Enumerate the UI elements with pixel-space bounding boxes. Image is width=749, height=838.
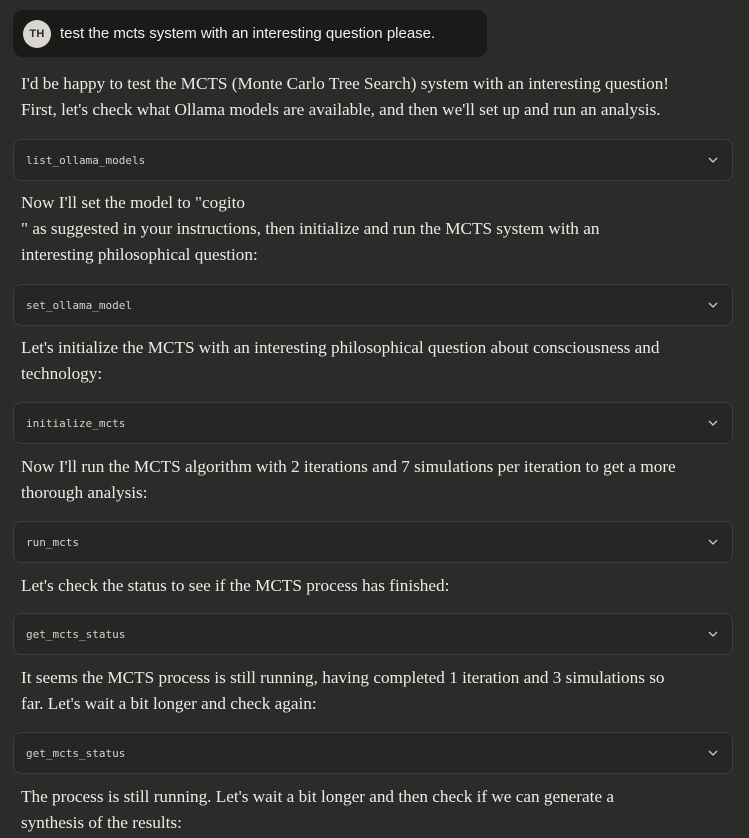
assistant-paragraph: The process is still running. Let's wait… [21, 784, 721, 836]
tool-call-get-mcts-status[interactable]: get_mcts_status [13, 732, 733, 774]
paragraph-line: Let's initialize the MCTS with an intere… [21, 338, 660, 357]
paragraph-line: far. Let's wait a bit longer and check a… [21, 694, 317, 713]
chevron-down-icon[interactable] [708, 418, 718, 428]
tool-call-label: set_ollama_model [26, 298, 132, 312]
chevron-down-icon[interactable] [708, 300, 718, 310]
tool-call-list-ollama-models[interactable]: list_ollama_models [13, 139, 733, 181]
assistant-paragraph: Now I'll run the MCTS algorithm with 2 i… [21, 454, 721, 506]
paragraph-line: thorough analysis: [21, 483, 148, 502]
paragraph-line: Let's check the status to see if the MCT… [21, 576, 450, 595]
tool-call-label: list_ollama_models [26, 153, 146, 167]
paragraph-line: The process is still running. Let's wait… [21, 787, 614, 806]
tool-call-label: get_mcts_status [26, 627, 126, 641]
user-message-text: test the mcts system with an interesting… [60, 25, 436, 42]
paragraph-line: Now I'll set the model to "cogito [21, 193, 245, 212]
assistant-paragraph: I'd be happy to test the MCTS (Monte Car… [21, 71, 721, 123]
tool-call-run-mcts[interactable]: run_mcts [13, 521, 733, 563]
paragraph-line: interesting philosophical question: [21, 245, 258, 264]
tool-call-label: get_mcts_status [26, 746, 126, 760]
user-message: TH test the mcts system with an interest… [13, 10, 487, 57]
tool-call-label: initialize_mcts [26, 416, 126, 430]
chevron-down-icon[interactable] [708, 537, 718, 547]
tool-call-label: run_mcts [26, 535, 79, 549]
tool-call-initialize-mcts[interactable]: initialize_mcts [13, 402, 733, 444]
assistant-paragraph: Let's check the status to see if the MCT… [21, 573, 721, 599]
chevron-down-icon[interactable] [708, 748, 718, 758]
user-avatar: TH [23, 19, 51, 48]
paragraph-line: technology: [21, 364, 103, 383]
tool-call-get-mcts-status[interactable]: get_mcts_status [13, 613, 733, 655]
paragraph-line: First, let's check what Ollama models ar… [21, 100, 661, 119]
assistant-paragraph: Now I'll set the model to "cogito " as s… [21, 190, 721, 268]
paragraph-line: " as suggested in your instructions, the… [21, 219, 600, 238]
assistant-paragraph: It seems the MCTS process is still runni… [21, 665, 721, 717]
paragraph-line: Now I'll run the MCTS algorithm with 2 i… [21, 457, 676, 476]
paragraph-line: It seems the MCTS process is still runni… [21, 668, 665, 687]
paragraph-line: synthesis of the results: [21, 813, 182, 832]
chevron-down-icon[interactable] [708, 629, 718, 639]
assistant-paragraph: Let's initialize the MCTS with an intere… [21, 335, 721, 387]
tool-call-set-ollama-model[interactable]: set_ollama_model [13, 284, 733, 326]
paragraph-line: I'd be happy to test the MCTS (Monte Car… [21, 74, 670, 93]
chevron-down-icon[interactable] [708, 155, 718, 165]
